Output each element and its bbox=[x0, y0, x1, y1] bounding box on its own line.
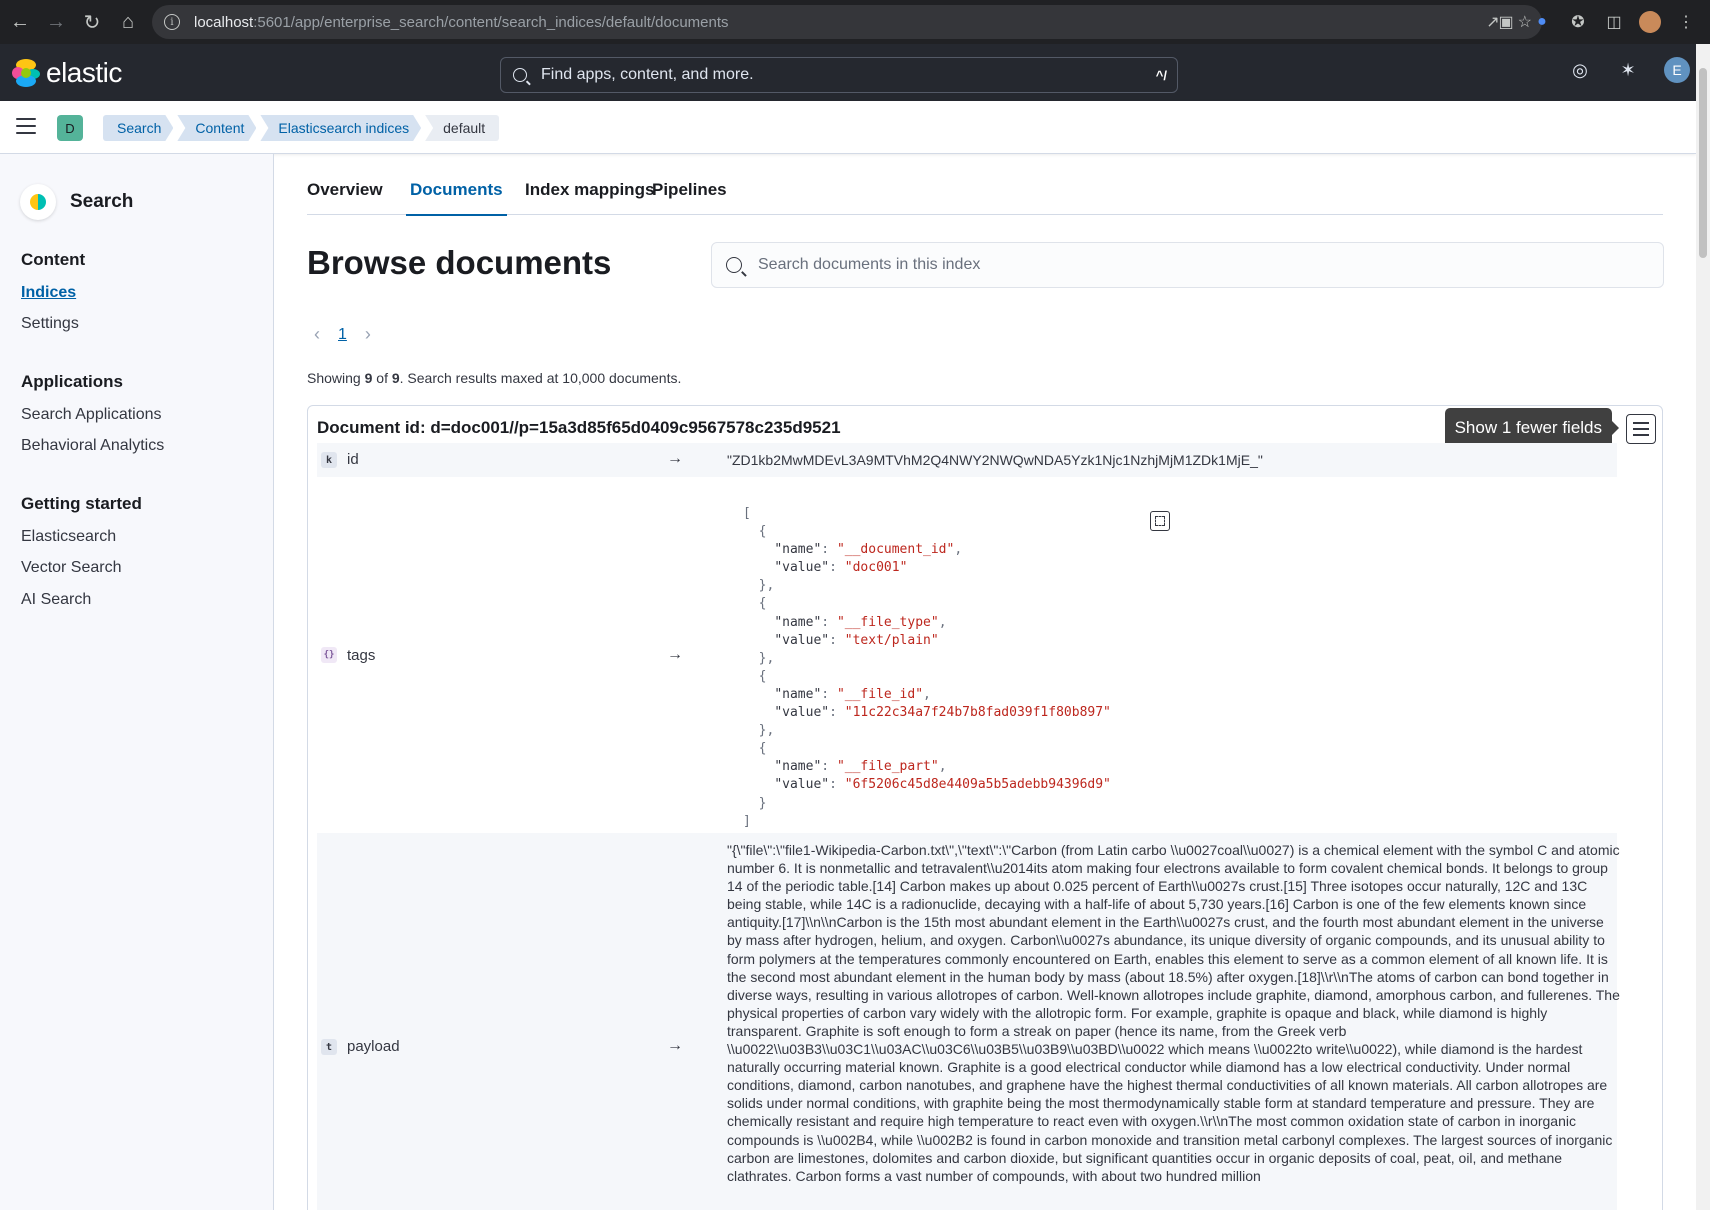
field-row-tags: {} tags → [ { "name": "__document_id", "… bbox=[317, 477, 1617, 833]
breadcrumb-elasticsearch-indices[interactable]: Elasticsearch indices bbox=[260, 115, 421, 141]
home-icon[interactable]: ⌂ bbox=[110, 4, 146, 40]
document-search-input[interactable] bbox=[758, 256, 1638, 274]
tab-overview[interactable]: Overview bbox=[307, 180, 383, 214]
field-value: "ZD1kb2MwMDEvL3A9MTVhM2Q4NWY2NWQwNDA5Yzk… bbox=[727, 452, 1263, 468]
sidebar-item-indices[interactable]: Indices bbox=[21, 284, 76, 302]
elastic-logo[interactable]: elastic bbox=[12, 57, 122, 89]
breadcrumb-default: default bbox=[425, 115, 500, 141]
reload-icon[interactable]: ↻ bbox=[74, 4, 110, 40]
breadcrumb-bar: D Search Content Elasticsearch indices d… bbox=[0, 101, 1696, 154]
help-icon[interactable]: ◎ bbox=[1568, 58, 1592, 82]
sidebar-item-ai-search[interactable]: AI Search bbox=[21, 591, 91, 609]
site-info-icon[interactable]: i bbox=[164, 14, 180, 30]
extensions-puzzle-icon[interactable]: ✪ bbox=[1564, 8, 1592, 36]
sidebar-item-elasticsearch[interactable]: Elasticsearch bbox=[21, 528, 116, 546]
back-icon[interactable]: ← bbox=[2, 4, 38, 40]
breadcrumb-search[interactable]: Search bbox=[103, 115, 173, 141]
sidebar: Search Content Indices Settings Applicat… bbox=[0, 154, 274, 1210]
tab-documents[interactable]: Documents bbox=[406, 180, 507, 216]
page-title: Browse documents bbox=[307, 244, 612, 281]
sidebar-group-content: Content bbox=[21, 250, 86, 269]
arrow-right-icon: → bbox=[667, 450, 683, 467]
object-type-icon: {} bbox=[321, 647, 337, 663]
search-icon bbox=[726, 257, 742, 273]
document-id: Document id: d=doc001//p=15a3d85f65d0409… bbox=[317, 418, 841, 437]
kibana-header: elastic Find apps, content, and more. ^/… bbox=[0, 44, 1710, 101]
search-icon bbox=[513, 68, 527, 82]
keyword-type-icon: k bbox=[321, 452, 337, 468]
main-content: Overview Documents Index mappings Pipeli… bbox=[274, 154, 1696, 1210]
url-text[interactable]: localhost:5601/app/enterprise_search/con… bbox=[194, 14, 729, 31]
sidebar-item-vector-search[interactable]: Vector Search bbox=[21, 559, 122, 577]
page-number[interactable]: 1 bbox=[338, 326, 347, 344]
sidebar-group-getting-started: Getting started bbox=[21, 494, 142, 513]
sidebar-group-applications: Applications bbox=[21, 372, 124, 391]
scrollbar-thumb[interactable] bbox=[1699, 68, 1707, 258]
elastic-logo-icon bbox=[12, 59, 40, 87]
browser-menu-icon[interactable]: ⋮ bbox=[1672, 8, 1700, 36]
side-panel-icon[interactable]: ◫ bbox=[1600, 8, 1628, 36]
tab-index-mappings[interactable]: Index mappings bbox=[525, 180, 654, 214]
field-name: id bbox=[347, 451, 359, 468]
previous-page-icon[interactable]: ‹ bbox=[314, 324, 320, 345]
arrow-right-icon: → bbox=[667, 1037, 683, 1054]
fold-icon bbox=[1633, 422, 1649, 436]
space-avatar[interactable]: D bbox=[57, 115, 83, 141]
results-count: Showing 9 of 9. Search results maxed at … bbox=[307, 370, 682, 386]
breadcrumb: Search Content Elasticsearch indices def… bbox=[103, 115, 503, 141]
extension-blue-icon[interactable]: ● bbox=[1528, 8, 1556, 36]
payload-value: "{\"file\":\"file1-Wikipedia-Carbon.txt\… bbox=[727, 842, 1620, 1184]
global-search-input[interactable]: Find apps, content, and more. ^/ bbox=[500, 57, 1178, 93]
sidebar-item-behavioral-analytics[interactable]: Behavioral Analytics bbox=[21, 437, 164, 455]
search-shortcut: ^/ bbox=[1155, 67, 1167, 83]
document-card: Document id: d=doc001//p=15a3d85f65d0409… bbox=[307, 405, 1663, 1210]
address-bar[interactable]: i localhost:5601/app/enterprise_search/c… bbox=[152, 5, 1542, 39]
field-row-id: k id → "ZD1kb2MwMDEvL3A9MTVhM2Q4NWY2NWQw… bbox=[317, 443, 1617, 477]
tab-pipelines[interactable]: Pipelines bbox=[652, 180, 727, 214]
fullscreen-icon[interactable] bbox=[1150, 511, 1170, 531]
notion-extension-icon[interactable]: ▣ bbox=[1492, 8, 1520, 36]
field-name: tags bbox=[347, 647, 376, 664]
user-avatar[interactable]: E bbox=[1664, 57, 1690, 83]
text-type-icon: t bbox=[321, 1039, 337, 1055]
sidebar-item-settings[interactable]: Settings bbox=[21, 315, 79, 333]
pagination: ‹ 1 › bbox=[314, 324, 371, 345]
news-feed-icon[interactable]: ✶ bbox=[1616, 58, 1640, 82]
document-search-field[interactable] bbox=[711, 242, 1664, 288]
arrow-right-icon: → bbox=[667, 646, 683, 663]
forward-icon[interactable]: → bbox=[38, 4, 74, 40]
show-fewer-fields-button[interactable] bbox=[1626, 414, 1656, 444]
sidebar-item-search-applications[interactable]: Search Applications bbox=[21, 406, 162, 424]
tooltip: Show 1 fewer fields bbox=[1444, 408, 1620, 448]
page-scrollbar[interactable] bbox=[1696, 44, 1710, 1210]
profile-avatar-icon[interactable] bbox=[1636, 8, 1664, 36]
field-name: payload bbox=[347, 1038, 400, 1055]
sidebar-title: Search bbox=[70, 191, 134, 212]
next-page-icon[interactable]: › bbox=[365, 324, 371, 345]
index-tabs: Overview Documents Index mappings Pipeli… bbox=[307, 154, 1663, 216]
browser-toolbar: ← → ↻ ⌂ i localhost:5601/app/enterprise_… bbox=[0, 0, 1710, 44]
tags-json-viewer: [ { "name": "__document_id", "value": "d… bbox=[743, 506, 1111, 829]
search-app-icon bbox=[20, 184, 56, 220]
field-row-payload: t payload → "{\"file\":\"file1-Wikipedia… bbox=[317, 833, 1620, 1210]
menu-toggle-icon[interactable] bbox=[16, 118, 36, 134]
breadcrumb-content[interactable]: Content bbox=[177, 115, 256, 141]
